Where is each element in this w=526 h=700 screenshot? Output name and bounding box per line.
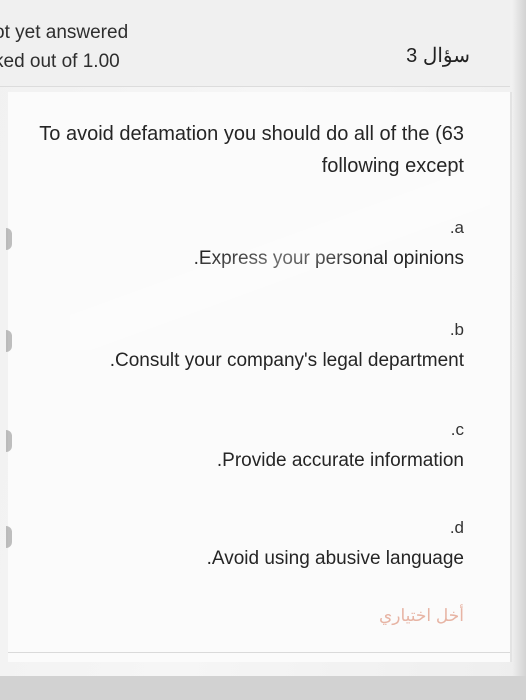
option-a-radio[interactable] <box>6 228 12 250</box>
bottom-edge <box>0 676 526 700</box>
divider <box>8 652 510 653</box>
option-c-text[interactable]: .Provide accurate information <box>217 450 464 472</box>
option-d-text[interactable]: .Avoid using abusive language <box>207 548 464 570</box>
option-d-radio[interactable] <box>6 526 12 548</box>
question-panel: To avoid defamation you should do all of… <box>6 92 512 662</box>
option-b-text[interactable]: .Consult your company's legal department <box>110 350 464 372</box>
option-a-letter: .a <box>449 218 464 237</box>
quiz-screen: ot yet answered ked out of 1.00 سؤال 3 T… <box>0 0 526 700</box>
option-a-text[interactable]: .Express your personal opinions <box>194 248 464 270</box>
option-b-radio[interactable] <box>6 330 12 352</box>
option-b-letter: .b <box>449 320 464 339</box>
option-d-letter: .d <box>449 518 464 537</box>
option-c-radio[interactable] <box>6 430 12 452</box>
question-status: ot yet answered <box>0 22 129 43</box>
question-text: To avoid defamation you should do all of… <box>39 123 464 177</box>
option-c-letter: .c <box>450 420 464 439</box>
clear-choice-link[interactable]: أخل اختياري <box>379 606 464 626</box>
question-number-label: سؤال 3 <box>406 45 470 67</box>
question-info-box: ot yet answered ked out of 1.00 سؤال 3 <box>0 0 510 87</box>
question-marks: ked out of 1.00 <box>0 51 120 72</box>
screen-edge-shadow <box>512 0 526 700</box>
